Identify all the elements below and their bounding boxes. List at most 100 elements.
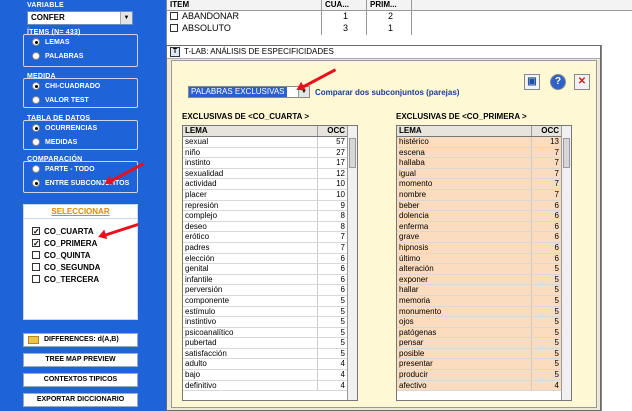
radio-dot[interactable] xyxy=(32,38,40,46)
table-row[interactable]: grave 6 xyxy=(397,232,571,243)
table-row[interactable]: bajo 4 xyxy=(183,370,357,381)
table-row[interactable]: enferma 6 xyxy=(397,221,571,233)
occ-cell: 6 xyxy=(532,211,562,221)
checkbox-co-primera[interactable]: ✓ CO_PRIMERA xyxy=(24,237,137,249)
radio-ocurrencias[interactable]: OCURRENCIAS xyxy=(24,121,137,135)
table-row[interactable]: exponer 5 xyxy=(397,274,571,286)
table-row[interactable]: ABSOLUTO 3 1 xyxy=(167,23,632,35)
check-icon[interactable]: ✓ xyxy=(32,227,40,236)
check-icon[interactable]: ✓ xyxy=(32,239,40,248)
radio-dot[interactable] xyxy=(32,165,40,173)
table-row[interactable]: beber 6 xyxy=(397,200,571,212)
table-row[interactable]: memoria 5 xyxy=(397,295,571,307)
radio-dot[interactable] xyxy=(32,179,40,187)
table-row[interactable]: pubertad 5 xyxy=(183,338,357,349)
table-row[interactable]: actividad 10 xyxy=(183,179,357,190)
table-row[interactable]: instintivo 5 xyxy=(183,317,357,328)
exportar-diccionario-button[interactable]: EXPORTAR DICCIONARIO xyxy=(23,393,138,407)
radio-medidas[interactable]: MEDIDAS xyxy=(24,135,137,149)
table-row[interactable]: estímulo 5 xyxy=(183,306,357,318)
col-item[interactable]: ITEM xyxy=(167,0,322,10)
mode-select[interactable]: PALABRAS EXCLUSIVAS ▼ xyxy=(188,86,310,98)
table-row[interactable]: componente 5 xyxy=(183,295,357,307)
table-row[interactable]: padres 7 xyxy=(183,242,357,254)
col-cuarta[interactable]: CUA... xyxy=(322,0,367,10)
checkbox-box[interactable] xyxy=(32,263,40,271)
table-row[interactable]: definitivo 4 xyxy=(183,380,357,392)
col-primera[interactable]: PRIM... xyxy=(367,0,412,10)
contextos-tipicos-button[interactable]: CONTEXTOS TIPICOS xyxy=(23,373,138,387)
variable-select[interactable]: CONFER ▼ xyxy=(27,11,133,25)
col-occ[interactable]: OCC xyxy=(318,126,348,136)
table-row[interactable]: infantile 6 xyxy=(183,274,357,286)
table-row[interactable]: sexual 57 xyxy=(183,137,357,148)
table-row[interactable]: producir 5 xyxy=(397,370,571,381)
chevron-down-icon[interactable]: ▼ xyxy=(120,12,132,24)
checkbox-co-segunda[interactable]: CO_SEGUNDA xyxy=(24,261,137,273)
radio-dot[interactable] xyxy=(32,124,40,132)
save-icon[interactable]: ▣ xyxy=(524,74,540,90)
table-row[interactable]: monumento 5 xyxy=(397,306,571,318)
table-row[interactable]: igual 7 xyxy=(397,168,571,180)
scrollbar[interactable] xyxy=(561,126,571,400)
checkbox-box[interactable] xyxy=(32,275,40,283)
help-icon[interactable]: ? xyxy=(550,74,566,90)
radio-dot[interactable] xyxy=(32,138,40,146)
radio-palabras[interactable]: PALABRAS xyxy=(24,49,137,63)
close-icon[interactable]: ✕ xyxy=(574,74,590,90)
checkbox-box[interactable] xyxy=(170,12,178,20)
table-row[interactable]: represión 9 xyxy=(183,200,357,212)
checkbox-co-quinta[interactable]: CO_QUINTA xyxy=(24,249,137,261)
table-row[interactable]: afectivo 4 xyxy=(397,380,571,392)
occ-cell: 6 xyxy=(532,232,562,242)
table-row[interactable]: alteración 5 xyxy=(397,264,571,275)
radio-dot[interactable] xyxy=(32,96,40,104)
table-row[interactable]: hipnosis 6 xyxy=(397,242,571,254)
table-row[interactable]: satisfacción 5 xyxy=(183,348,357,360)
tree-map-preview-button[interactable]: TREE MAP PREVIEW xyxy=(23,353,138,367)
checkbox-box[interactable] xyxy=(32,251,40,259)
table-row[interactable]: pensar 5 xyxy=(397,338,571,349)
differences-button[interactable]: DIFFERENCES: d(A,B) xyxy=(23,333,138,347)
table-row[interactable]: presentar 5 xyxy=(397,359,571,371)
radio-dot[interactable] xyxy=(32,82,40,90)
radio-lemas[interactable]: LEMAS xyxy=(24,35,137,49)
table-row[interactable]: instinto 17 xyxy=(183,158,357,169)
table-row[interactable]: placer 10 xyxy=(183,189,357,201)
radio-valor-test[interactable]: VALOR TEST xyxy=(24,93,137,107)
table-row[interactable]: último 6 xyxy=(397,253,571,265)
table-row[interactable]: nombre 7 xyxy=(397,189,571,201)
scrollbar[interactable] xyxy=(347,126,357,400)
table-row[interactable]: patógenas 5 xyxy=(397,327,571,339)
scroll-thumb[interactable] xyxy=(349,138,356,168)
radio-chi-cuadrado[interactable]: CHI-CUADRADO xyxy=(24,79,137,93)
table-row[interactable]: dolencia 6 xyxy=(397,211,571,222)
scroll-thumb[interactable] xyxy=(563,138,570,168)
table-row[interactable]: ABANDONAR 1 2 xyxy=(167,11,632,23)
table-row[interactable]: niño 27 xyxy=(183,147,357,159)
table-row[interactable]: adulto 4 xyxy=(183,359,357,371)
table-row[interactable]: hallar 5 xyxy=(397,285,571,296)
table-row[interactable]: hallaba 7 xyxy=(397,158,571,169)
radio-entre-subconjuntos[interactable]: ENTRE SUBCONJUNTOS xyxy=(24,176,137,190)
checkbox-co-tercera[interactable]: CO_TERCERA xyxy=(24,273,137,285)
table-row[interactable]: momento 7 xyxy=(397,179,571,190)
table-row[interactable]: ojos 5 xyxy=(397,317,571,328)
table-row[interactable]: genital 6 xyxy=(183,264,357,275)
table-row[interactable]: complejo 8 xyxy=(183,211,357,222)
col-lema[interactable]: LEMA xyxy=(397,126,532,136)
col-lema[interactable]: LEMA xyxy=(183,126,318,136)
checkbox-box[interactable] xyxy=(170,24,178,32)
table-row[interactable]: histérico 13 xyxy=(397,137,571,148)
table-row[interactable]: escena 7 xyxy=(397,147,571,159)
table-row[interactable]: perversión 6 xyxy=(183,285,357,296)
table-row[interactable]: psicoanalítico 5 xyxy=(183,327,357,339)
radio-dot[interactable] xyxy=(32,52,40,60)
dialog-content: PALABRAS EXCLUSIVAS ▼ Comparar dos subcon… xyxy=(171,60,597,408)
table-row[interactable]: erótico 7 xyxy=(183,232,357,243)
table-row[interactable]: deseo 8 xyxy=(183,221,357,233)
table-row[interactable]: sexualidad 12 xyxy=(183,168,357,180)
table-row[interactable]: elección 6 xyxy=(183,253,357,265)
col-occ[interactable]: OCC xyxy=(532,126,562,136)
table-row[interactable]: posible 5 xyxy=(397,348,571,360)
